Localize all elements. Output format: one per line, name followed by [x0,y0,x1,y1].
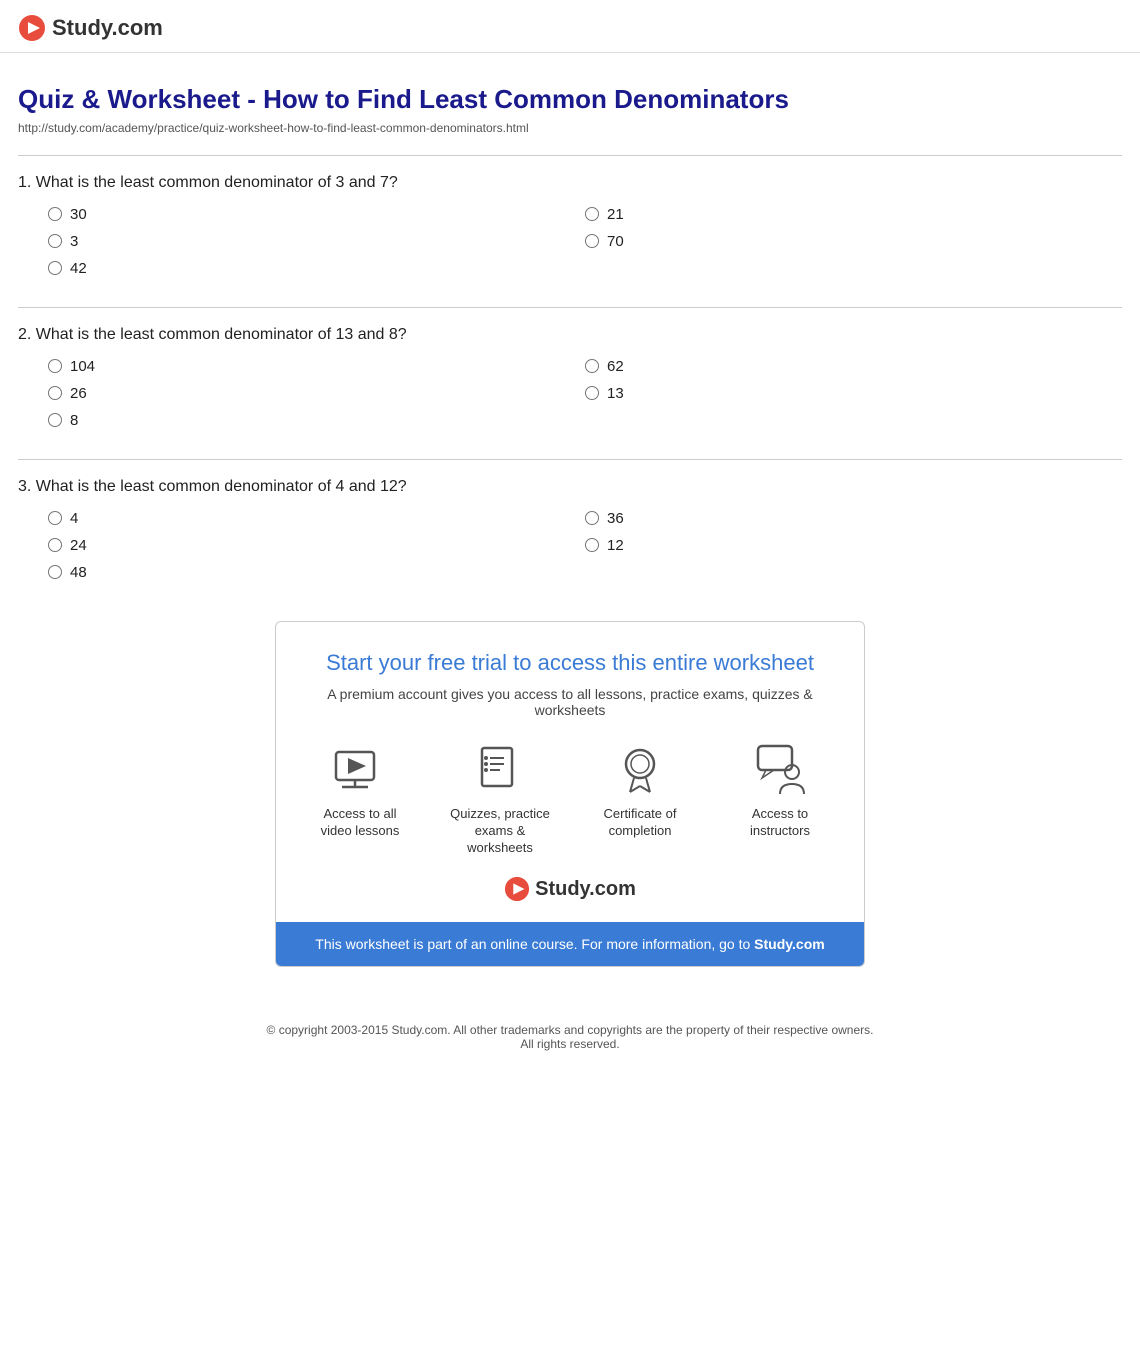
question-3-radio-48[interactable] [48,565,62,579]
header: Study.com [0,0,1140,53]
cta-feature-certificate: Certificate of completion [590,742,690,857]
study-logo-icon [18,14,46,42]
cta-logo-icon [504,876,530,902]
cta-feature-instructors-text: Access to instructors [730,806,830,840]
question-2-radio-104[interactable] [48,359,62,373]
question-3-label-24: 24 [70,537,87,554]
question-3-radio-24[interactable] [48,538,62,552]
question-1-options: 30 21 3 70 42 [18,206,1122,277]
cta-features: Access to all video lessons [306,742,834,857]
logo: Study.com [18,14,1122,42]
question-1-radio-3[interactable] [48,234,62,248]
cta-title: Start your free trial to access this ent… [306,650,834,676]
copyright-text: © copyright 2003-2015 Study.com. All oth… [18,1023,1122,1037]
cta-feature-video: Access to all video lessons [310,742,410,857]
certificate-icon [612,742,668,798]
question-3-option-4[interactable]: 4 [48,510,585,527]
question-1-label-70: 70 [607,233,624,250]
question-3-radio-36[interactable] [585,511,599,525]
question-2-radio-26[interactable] [48,386,62,400]
question-2-label-8: 8 [70,412,78,429]
question-1: 1. What is the least common denominator … [18,174,1122,277]
question-3: 3. What is the least common denominator … [18,478,1122,581]
page-url: http://study.com/academy/practice/quiz-w… [18,121,1122,135]
cta-feature-instructors: Access to instructors [730,742,830,857]
question-2-option-8[interactable]: 8 [48,412,1122,429]
question-2-label-62: 62 [607,358,624,375]
question-1-option-21[interactable]: 21 [585,206,1122,223]
question-2-label-13: 13 [607,385,624,402]
rights-text: All rights reserved. [18,1037,1122,1051]
instructor-icon [752,742,808,798]
cta-feature-certificate-text: Certificate of completion [590,806,690,840]
cta-box: Start your free trial to access this ent… [275,621,865,968]
question-3-option-48[interactable]: 48 [48,564,1122,581]
quiz-icon [472,742,528,798]
cta-footer-link[interactable]: Study.com [754,936,825,952]
cta-logo-text: Study.com [535,878,636,901]
question-3-radio-4[interactable] [48,511,62,525]
cta-feature-quizzes: Quizzes, practice exams & worksheets [450,742,550,857]
question-3-label-36: 36 [607,510,624,527]
question-2-radio-8[interactable] [48,413,62,427]
question-1-option-3[interactable]: 3 [48,233,585,250]
question-2-text: 2. What is the least common denominator … [18,326,1122,344]
cta-footer-text: This worksheet is part of an online cour… [315,936,754,952]
question-1-label-30: 30 [70,206,87,223]
question-1-text: 1. What is the least common denominator … [18,174,1122,192]
question-3-option-24[interactable]: 24 [48,537,585,554]
video-icon [332,742,388,798]
question-2: 2. What is the least common denominator … [18,326,1122,429]
cta-subtitle: A premium account gives you access to al… [306,686,834,718]
question-1-radio-21[interactable] [585,207,599,221]
cta-feature-video-text: Access to all video lessons [310,806,410,840]
divider-q1 [18,307,1122,308]
question-3-options: 4 36 24 12 48 [18,510,1122,581]
question-2-radio-13[interactable] [585,386,599,400]
cta-footer-bar: This worksheet is part of an online cour… [276,922,864,966]
question-3-text: 3. What is the least common denominator … [18,478,1122,496]
question-2-option-13[interactable]: 13 [585,385,1122,402]
divider-top [18,155,1122,156]
cta-logo: Study.com [306,876,834,902]
cta-inner: Start your free trial to access this ent… [276,622,864,923]
question-2-label-26: 26 [70,385,87,402]
question-2-option-26[interactable]: 26 [48,385,585,402]
question-3-label-48: 48 [70,564,87,581]
question-1-label-21: 21 [607,206,624,223]
question-2-radio-62[interactable] [585,359,599,373]
question-3-option-36[interactable]: 36 [585,510,1122,527]
question-1-radio-30[interactable] [48,207,62,221]
divider-q2 [18,459,1122,460]
question-1-label-42: 42 [70,260,87,277]
question-3-option-12[interactable]: 12 [585,537,1122,554]
question-1-radio-70[interactable] [585,234,599,248]
question-2-label-104: 104 [70,358,95,375]
cta-feature-quizzes-text: Quizzes, practice exams & worksheets [450,806,550,857]
question-1-label-3: 3 [70,233,78,250]
question-2-options: 104 62 26 13 8 [18,358,1122,429]
question-3-label-4: 4 [70,510,78,527]
question-1-radio-42[interactable] [48,261,62,275]
main-content: Quiz & Worksheet - How to Find Least Com… [0,53,1140,1007]
question-1-option-30[interactable]: 30 [48,206,585,223]
question-2-option-62[interactable]: 62 [585,358,1122,375]
page-footer: © copyright 2003-2015 Study.com. All oth… [0,1007,1140,1071]
question-3-label-12: 12 [607,537,624,554]
question-2-option-104[interactable]: 104 [48,358,585,375]
page-title: Quiz & Worksheet - How to Find Least Com… [18,83,1122,117]
question-1-option-70[interactable]: 70 [585,233,1122,250]
logo-text: Study.com [52,15,163,41]
question-1-option-42[interactable]: 42 [48,260,1122,277]
question-3-radio-12[interactable] [585,538,599,552]
